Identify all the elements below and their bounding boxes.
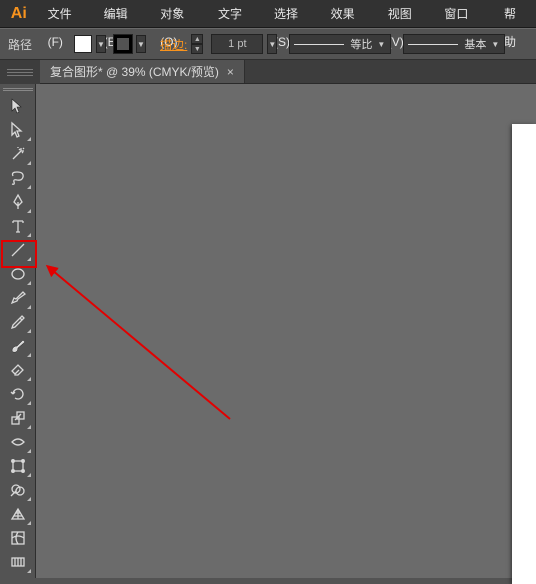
- tab-grip[interactable]: [0, 60, 40, 84]
- stroke-weight-dropdown[interactable]: ▼: [267, 34, 277, 54]
- menu-edit[interactable]: 编辑(E): [94, 0, 151, 28]
- artboard[interactable]: [512, 124, 536, 584]
- stroke-weight-input[interactable]: [211, 34, 263, 54]
- chevron-down-icon: ▼: [376, 40, 386, 49]
- pen-tool[interactable]: [4, 190, 32, 214]
- stepper-down-icon[interactable]: ▼: [191, 44, 203, 54]
- direct-selection-tool[interactable]: [4, 118, 32, 142]
- fill-swatch[interactable]: [74, 35, 92, 53]
- stepper-up-icon[interactable]: ▲: [191, 34, 203, 44]
- menu-bar: Ai 文件(F) 编辑(E) 对象(O) 文字(T) 选择(S) 效果(C) 视…: [0, 0, 536, 28]
- scale-tool[interactable]: [4, 406, 32, 430]
- perspective-grid-tool[interactable]: [4, 502, 32, 526]
- gradient-tool[interactable]: [4, 550, 32, 574]
- chevron-down-icon: ▼: [490, 40, 500, 49]
- app-logo: Ai: [6, 3, 32, 25]
- stroke-weight-stepper[interactable]: ▲ ▼: [191, 34, 203, 54]
- document-tab-title: 复合图形* @ 39% (CMYK/预览): [50, 63, 219, 80]
- eraser-tool[interactable]: [4, 358, 32, 382]
- style-line-icon: [408, 44, 458, 45]
- stroke-swatch[interactable]: [114, 35, 132, 53]
- selection-mode-label: 路径: [8, 36, 58, 53]
- toolbox: [0, 84, 36, 578]
- magic-wand-tool[interactable]: [4, 142, 32, 166]
- width-tool[interactable]: [4, 430, 32, 454]
- profile-line-icon: [294, 44, 344, 45]
- menu-select[interactable]: 选择(S): [264, 0, 321, 28]
- mesh-tool[interactable]: [4, 526, 32, 550]
- stroke-swatch-dropdown[interactable]: ▼: [136, 35, 146, 53]
- pencil-tool[interactable]: [4, 310, 32, 334]
- profile-label: 等比: [350, 36, 372, 52]
- style-label: 基本: [464, 36, 486, 52]
- document-tab[interactable]: 复合图形* @ 39% (CMYK/预览) ×: [40, 60, 245, 83]
- line-segment-tool[interactable]: [4, 238, 32, 262]
- lasso-tool[interactable]: [4, 166, 32, 190]
- stroke-link[interactable]: 描边:: [160, 36, 187, 53]
- canvas-area[interactable]: [36, 84, 536, 578]
- variable-width-profile-combo[interactable]: 等比 ▼: [289, 34, 391, 54]
- menu-window[interactable]: 窗口(W): [434, 0, 494, 28]
- selection-tool[interactable]: [4, 94, 32, 118]
- menu-file[interactable]: 文件(F): [38, 0, 94, 28]
- menu-object[interactable]: 对象(O): [150, 0, 208, 28]
- ellipse-tool[interactable]: [4, 262, 32, 286]
- type-tool[interactable]: [4, 214, 32, 238]
- document-tabs: 复合图形* @ 39% (CMYK/预览) ×: [40, 60, 536, 84]
- menu-view[interactable]: 视图(V): [378, 0, 435, 28]
- paintbrush-tool[interactable]: [4, 286, 32, 310]
- menu-type[interactable]: 文字(T): [208, 0, 264, 28]
- toolbox-grip[interactable]: [3, 86, 33, 92]
- fill-swatch-dropdown[interactable]: ▼: [96, 35, 106, 53]
- rotate-tool[interactable]: [4, 382, 32, 406]
- menu-help[interactable]: 帮助: [494, 0, 536, 28]
- menu-effect[interactable]: 效果(C): [321, 0, 378, 28]
- brush-definition-combo[interactable]: 基本 ▼: [403, 34, 505, 54]
- shape-builder-tool[interactable]: [4, 478, 32, 502]
- free-transform-tool[interactable]: [4, 454, 32, 478]
- close-icon[interactable]: ×: [227, 65, 234, 79]
- blob-brush-tool[interactable]: [4, 334, 32, 358]
